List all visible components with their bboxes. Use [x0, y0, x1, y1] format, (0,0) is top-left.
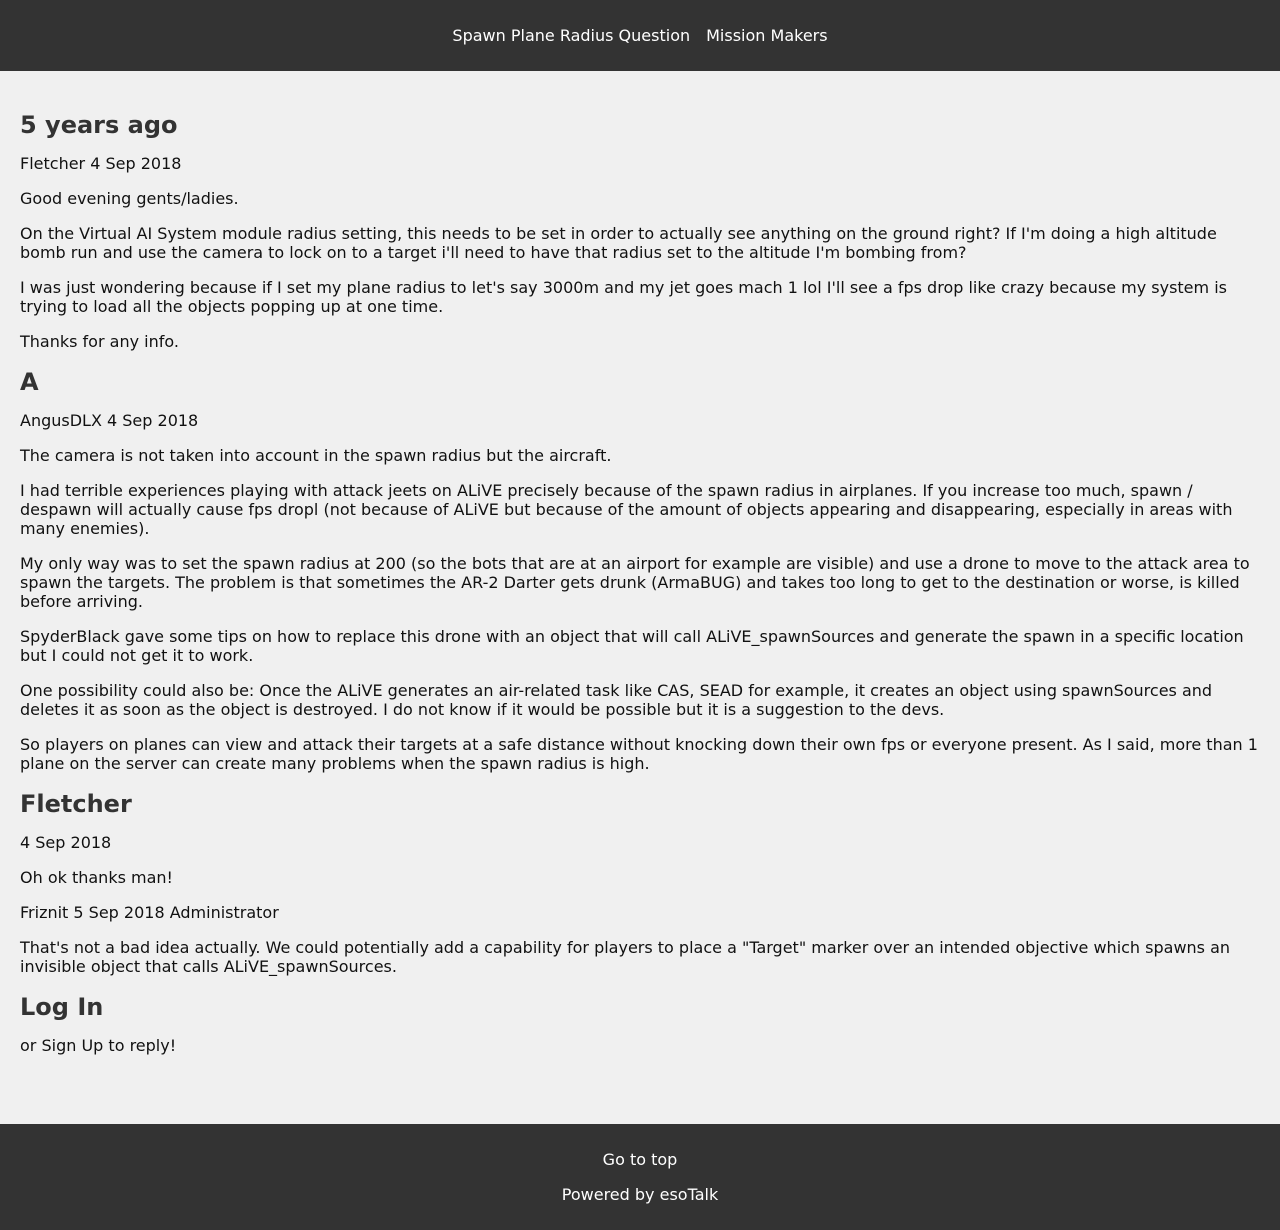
post-paragraph: Good evening gents/ladies. — [20, 189, 239, 208]
post-paragraph: On the Virtual AI System module radius s… — [20, 224, 1217, 262]
post-meta: AngusDLX 4 Sep 2018 — [20, 411, 199, 430]
post-heading: 5 years ago — [20, 111, 178, 139]
post-paragraph: So players on planes can view and attack… — [20, 735, 1258, 773]
sign-up-link[interactable]: Sign Up — [41, 1036, 103, 1055]
post-paragraph: The camera is not taken into account in … — [20, 446, 612, 465]
login-prompt: Log In or Sign Up to reply! — [20, 992, 1260, 1055]
go-to-top-link[interactable]: Go to top — [603, 1150, 678, 1169]
post-2: A AngusDLX 4 Sep 2018 The camera is not … — [20, 367, 1260, 773]
powered-by-text: Powered by — [561, 1185, 655, 1204]
channel-link[interactable]: Mission Makers — [706, 26, 827, 45]
post-3: Fletcher 4 Sep 2018 Oh ok thanks man! — [20, 789, 1260, 887]
login-heading[interactable]: Log In — [20, 992, 1260, 1022]
post-paragraph: Thanks for any info. — [20, 332, 179, 351]
thread-title-link[interactable]: Spawn Plane Radius Question — [452, 26, 690, 45]
footer: Go to top Powered by esoTalk — [0, 1124, 1280, 1230]
login-text: or Sign Up to reply! — [20, 1036, 1260, 1055]
login-to-reply: to reply! — [108, 1036, 177, 1055]
post-heading: Fletcher — [20, 790, 132, 818]
post-paragraph: One possibility could also be: Once the … — [20, 681, 1213, 719]
post-paragraph: SpyderBlack gave some tips on how to rep… — [20, 627, 1244, 665]
powered-by: Powered by esoTalk — [0, 1185, 1280, 1204]
post-heading: A — [20, 368, 39, 396]
thread-content: 5 years ago Fletcher 4 Sep 2018 Good eve… — [0, 71, 1280, 1055]
post-meta: Fletcher 4 Sep 2018 — [20, 154, 182, 173]
post-1: 5 years ago Fletcher 4 Sep 2018 Good eve… — [20, 110, 1260, 351]
post-paragraph: My only way was to set the spawn radius … — [20, 554, 1250, 611]
esotalk-link[interactable]: esoTalk — [660, 1185, 719, 1204]
post-paragraph: I was just wondering because if I set my… — [20, 278, 1227, 316]
post-paragraph: I had terrible experiences playing with … — [20, 481, 1233, 538]
post-meta: 4 Sep 2018 — [20, 833, 112, 852]
top-bar: Spawn Plane Radius Question Mission Make… — [0, 0, 1280, 71]
post-meta: Friznit 5 Sep 2018 Administrator — [20, 903, 279, 922]
post-paragraph: That's not a bad idea actually. We could… — [20, 938, 1231, 976]
post-paragraph: Oh ok thanks man! — [20, 868, 173, 887]
login-or: or — [20, 1036, 37, 1055]
post-4: Friznit 5 Sep 2018 Administrator That's … — [20, 903, 1260, 976]
